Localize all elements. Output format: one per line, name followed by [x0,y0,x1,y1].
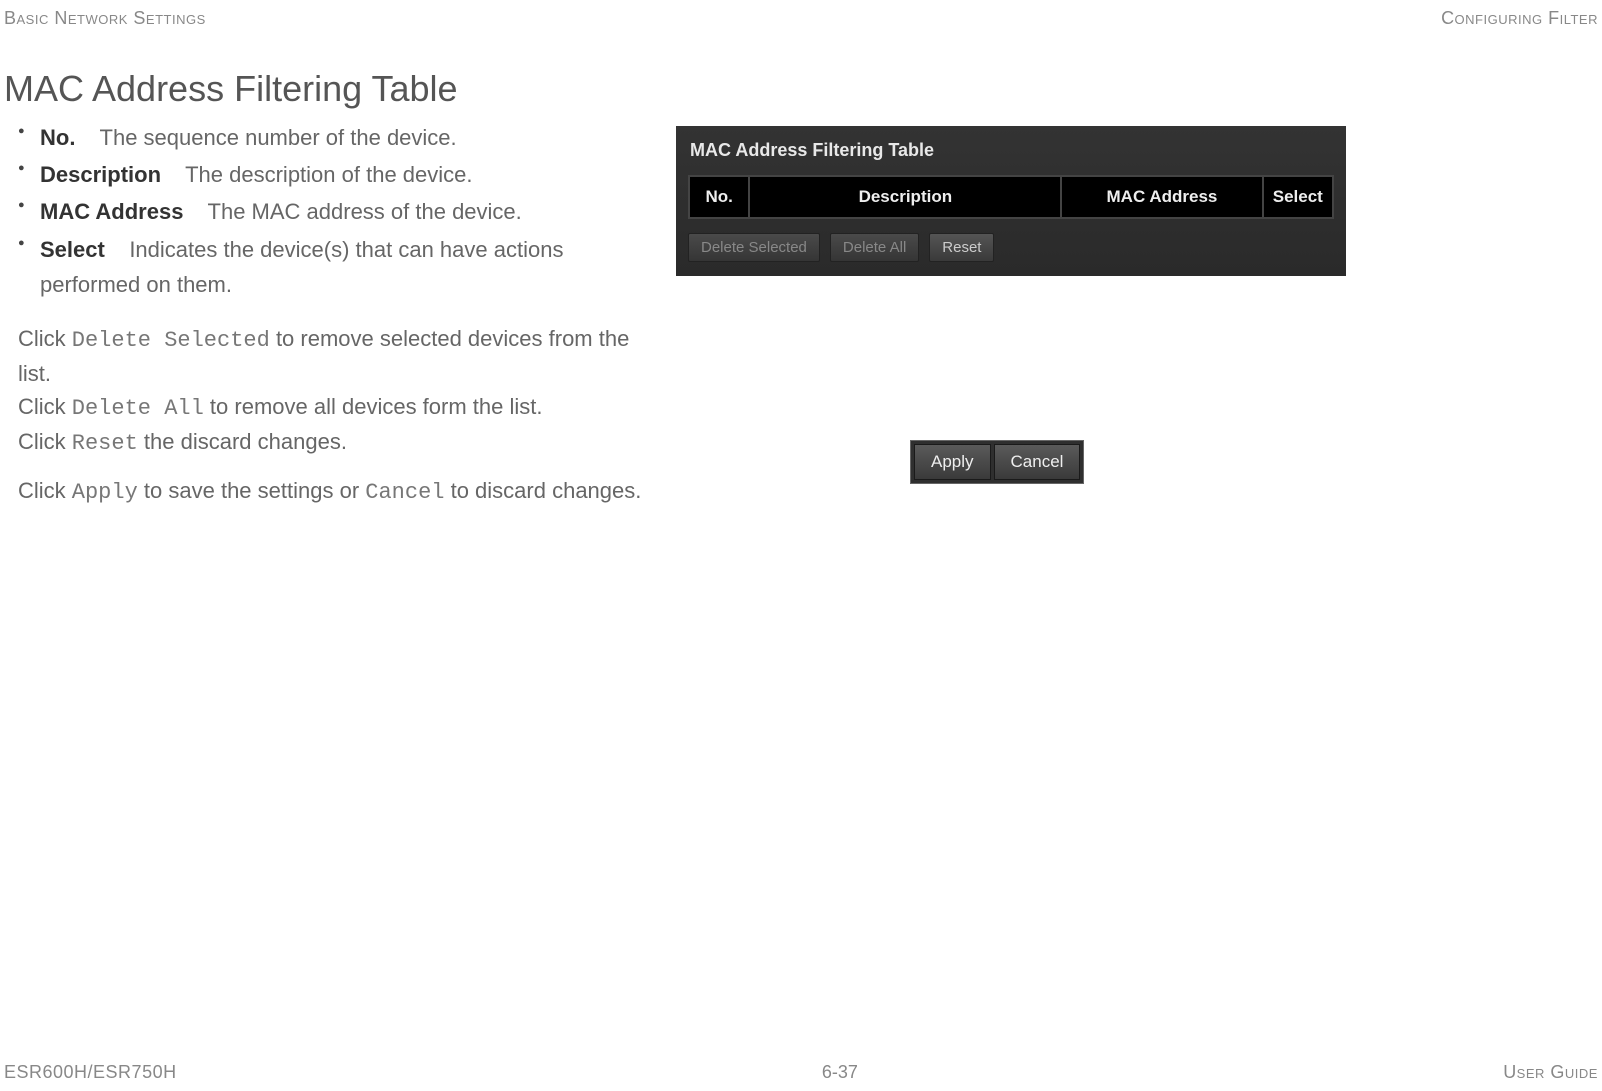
field-term: Select [40,237,105,262]
cmd-reset: Reset [72,431,138,456]
apply-cancel-group: Apply Cancel [910,440,1084,484]
cmd-apply: Apply [72,480,138,505]
page-title: MAC Address Filtering Table [4,68,458,110]
delete-all-button[interactable]: Delete All [830,233,919,262]
col-description: Description [749,176,1061,218]
cmd-cancel: Cancel [365,480,444,505]
list-item: MAC Address The MAC address of the devic… [40,194,648,229]
field-term: MAC Address [40,199,183,224]
content-body: No. The sequence number of the device. D… [18,120,648,509]
mac-filter-table: No. Description MAC Address Select [688,175,1334,219]
col-mac-address: MAC Address [1061,176,1262,218]
list-item: No. The sequence number of the device. [40,120,648,155]
page-header: Basic Network Settings Configuring Filte… [0,8,1602,29]
panel-button-row: Delete Selected Delete All Reset [688,233,1334,262]
panel-title: MAC Address Filtering Table [690,140,1334,161]
delete-selected-button[interactable]: Delete Selected [688,233,820,262]
header-right: Configuring Filter [1441,8,1598,29]
table-header-row: No. Description MAC Address Select [689,176,1333,218]
field-term: No. [40,125,75,150]
reset-button[interactable]: Reset [929,233,994,262]
cmd-delete-selected: Delete Selected [72,328,270,353]
mac-filter-panel: MAC Address Filtering Table No. Descript… [676,126,1346,276]
field-desc: The description of the device. [185,162,472,187]
field-list: No. The sequence number of the device. D… [18,120,648,302]
col-no: No. [689,176,749,218]
list-item: Description The description of the devic… [40,157,648,192]
apply-button[interactable]: Apply [914,444,991,480]
field-desc: The sequence number of the device. [100,125,457,150]
cancel-button[interactable]: Cancel [994,444,1081,480]
instruction-block-1: Click Delete Selected to remove selected… [18,322,648,460]
page-footer: ESR600H/ESR750H 6-37 User Guide [0,1062,1602,1083]
list-item: Select Indicates the device(s) that can … [40,232,648,302]
footer-guide: User Guide [1503,1062,1598,1083]
field-term: Description [40,162,161,187]
field-desc: The MAC address of the device. [208,199,522,224]
instruction-block-2: Click Apply to save the settings or Canc… [18,474,648,509]
header-left: Basic Network Settings [4,8,206,29]
col-select: Select [1263,176,1333,218]
footer-page-number: 6-37 [822,1062,858,1083]
cmd-delete-all: Delete All [72,396,204,421]
footer-model: ESR600H/ESR750H [4,1062,177,1083]
